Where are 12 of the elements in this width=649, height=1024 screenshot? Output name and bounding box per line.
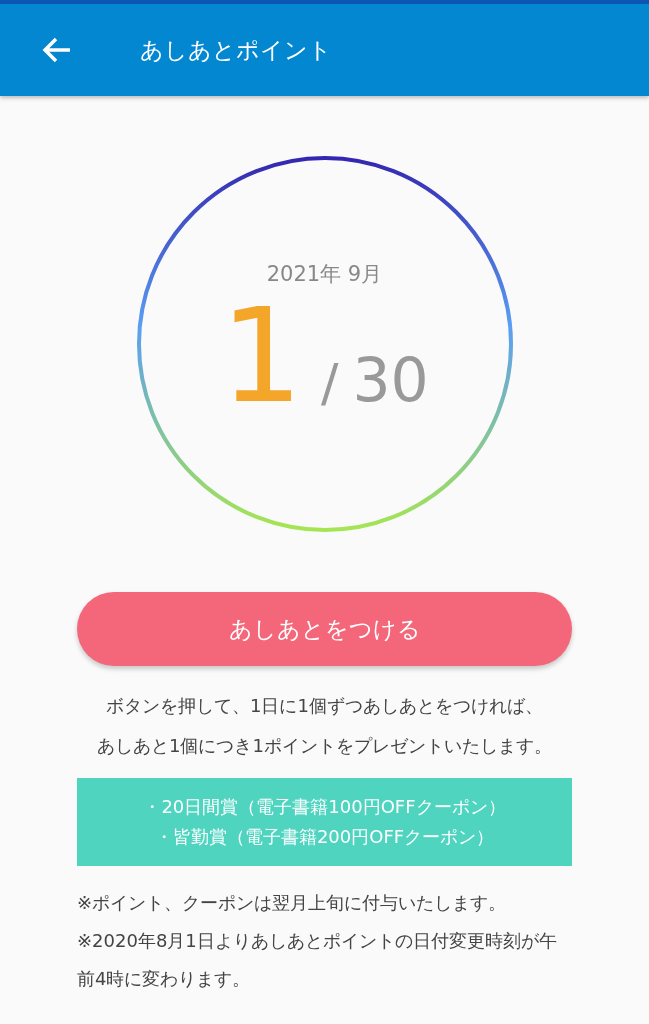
separator: /: [320, 351, 339, 415]
total-value: 30: [352, 343, 429, 417]
count-value: 1: [220, 290, 303, 421]
note-text: ※ポイント、クーポンは翌月上旬に付与いたします。: [77, 891, 508, 915]
prize-text: ・皆勤賞（電子書籍200円OFFクーポン）: [154, 826, 495, 847]
description-text: ボタンを押して、1日に1個ずつあしあとをつければ、: [106, 695, 543, 716]
description-text: あしあと1個につき1ポイントをプレゼントいたします。: [97, 735, 552, 756]
month-label: 2021年 9月: [266, 261, 383, 288]
app-bar-title: あしあとポイント: [140, 35, 332, 65]
stamp-button[interactable]: あしあとをつける: [77, 592, 572, 666]
note-text: ※2020年8月1日よりあしあとポイントの日付変更時刻が午前4時に変わります。: [77, 929, 558, 991]
prize-text: ・20日間賞（電子書籍100円OFFクーポン）: [143, 796, 506, 817]
